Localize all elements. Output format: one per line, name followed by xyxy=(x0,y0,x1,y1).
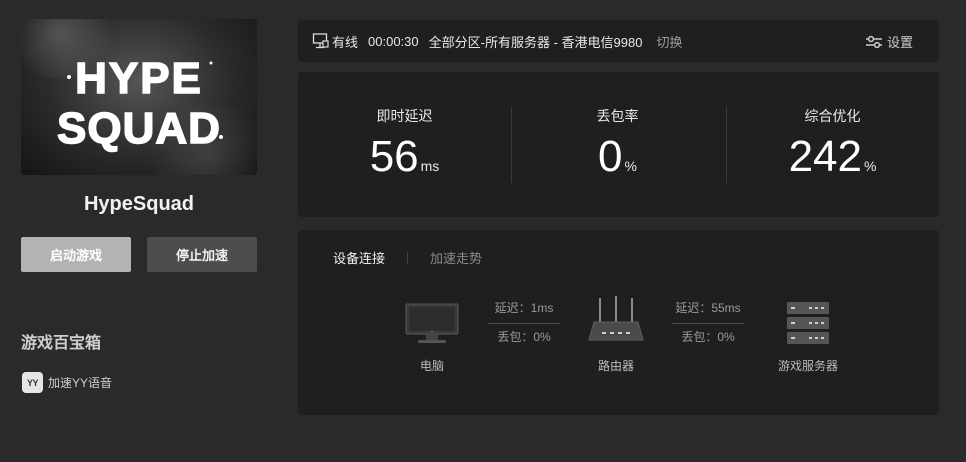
toolbox-item-yy[interactable]: YY 加速YY语音 xyxy=(22,372,112,393)
tab-separator xyxy=(407,251,409,264)
link-packet-loss: 丢包：0% xyxy=(497,330,551,344)
network-icon xyxy=(312,33,329,49)
link-latency: 延迟：1ms xyxy=(494,301,554,315)
settings-sliders-icon xyxy=(865,35,882,48)
router-icon xyxy=(588,296,644,341)
stat-label: 即时延迟 xyxy=(376,108,433,124)
toolbox-item-label: 加速YY语音 xyxy=(48,376,113,390)
server-rack-icon xyxy=(787,302,829,344)
node-label: 路由器 xyxy=(597,359,634,373)
settings-button[interactable]: 设置 xyxy=(865,32,913,51)
tab-device-connection[interactable]: 设备连接 xyxy=(333,248,385,267)
game-title: HypeSquad xyxy=(83,193,195,215)
stat-unit: ms xyxy=(420,158,440,174)
link-router-server: 延迟：55ms 丢包：0% xyxy=(672,299,744,345)
stat-packet-loss: 丢包率 0% xyxy=(511,72,724,217)
node-label: 游戏服务器 xyxy=(777,359,838,373)
stat-label: 综合优化 xyxy=(804,108,861,124)
stat-unit: % xyxy=(863,158,877,174)
stat-unit: % xyxy=(624,158,637,174)
stat-optimization: 综合优化 242% xyxy=(726,72,939,217)
status-bar: 有线 00:00:30 全部分区-所有服务器 - 香港电信9980 切换 设置 xyxy=(298,20,939,62)
settings-label: 设置 xyxy=(886,35,913,50)
yy-icon: YY xyxy=(22,372,43,393)
node-label: 电脑 xyxy=(419,359,444,373)
link-packet-loss: 丢包：0% xyxy=(681,330,735,344)
stop-acceleration-button[interactable]: 停止加速 xyxy=(147,237,257,272)
stats-panel: 即时延迟 56 ms 丢包率 0% 综合优化 242% xyxy=(298,72,939,217)
link-pc-router: 延迟：1ms 丢包：0% xyxy=(488,299,560,345)
acceleration-timer: 00:00:30 xyxy=(368,33,419,49)
connection-tabs: 设备连接 加速走势 xyxy=(333,248,482,267)
node-router: 路由器 xyxy=(586,296,646,374)
server-region: 全部分区-所有服务器 - 香港电信9980 xyxy=(428,34,643,50)
stat-latency: 即时延迟 56 ms xyxy=(298,72,511,217)
cover-text-squad: SQUAD xyxy=(57,104,221,153)
stat-value: 242 xyxy=(788,132,862,181)
tab-acceleration-trend[interactable]: 加速走势 xyxy=(430,248,482,267)
connection-panel: 设备连接 加速走势 电脑 延迟：1ms 丢包：0% 路由器 延迟：55ms 丢包… xyxy=(298,230,939,415)
stat-value: 56 xyxy=(369,132,419,181)
link-latency: 延迟：55ms xyxy=(675,301,741,315)
computer-monitor-icon xyxy=(405,303,459,343)
connection-type: 有线 xyxy=(332,34,359,50)
node-game-server: 游戏服务器 xyxy=(768,300,848,374)
node-pc: 电脑 xyxy=(402,302,462,374)
game-cover-image: HYPE SQUAD xyxy=(21,19,257,175)
stat-value: 0 xyxy=(598,132,623,181)
switch-server-link[interactable]: 切换 xyxy=(656,32,682,51)
cover-text-hype: HYPE xyxy=(75,54,203,103)
start-game-button[interactable]: 启动游戏 xyxy=(21,237,131,272)
toolbox-title: 游戏百宝箱 xyxy=(21,335,102,352)
stat-label: 丢包率 xyxy=(596,108,639,124)
